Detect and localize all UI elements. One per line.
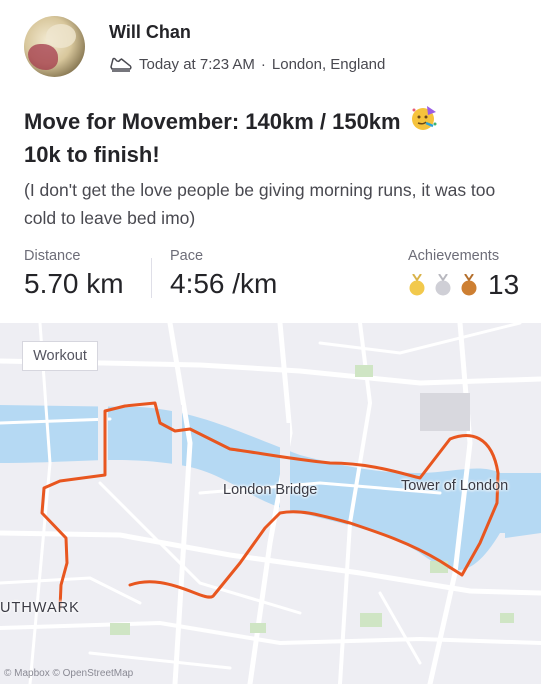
silver-medal-icon xyxy=(435,274,451,296)
distance-value: 5.70 km xyxy=(24,268,124,299)
activity-description: (I don't get the love people be giving m… xyxy=(24,180,496,228)
activity-time: Today at 7:23 AM xyxy=(139,55,255,73)
bronze-medal-icon xyxy=(461,274,477,296)
activity-location: London, England xyxy=(271,55,386,73)
pace-label: Pace xyxy=(170,248,204,264)
stat-pace: Pace 4:56 /km xyxy=(170,248,277,300)
athlete-name[interactable]: Will Chan xyxy=(109,22,191,43)
meta-separator: · xyxy=(260,55,266,73)
party-face-icon xyxy=(411,106,437,130)
activity-meta: Today at 7:23 AM · London, England xyxy=(109,52,385,76)
map-attribution[interactable]: © Mapbox © OpenStreetMap xyxy=(4,668,133,679)
stat-achievements[interactable]: Achievements 13 xyxy=(408,248,519,301)
activity-title[interactable]: Move for Movember: 140km / 150km 10k to … xyxy=(24,104,524,171)
distance-label: Distance xyxy=(24,248,81,264)
activity-header: Will Chan Today at 7:23 AM · London, Eng… xyxy=(24,14,524,78)
title-line-2: 10k to finish! xyxy=(24,142,160,167)
shoe-icon xyxy=(110,57,132,72)
achievements-label: Achievements xyxy=(408,248,500,264)
label-london-bridge: London Bridge xyxy=(223,482,318,498)
map-canvas xyxy=(0,323,541,684)
stat-divider xyxy=(151,258,152,298)
achievements-count: 13 xyxy=(488,269,520,300)
title-line-1: Move for Movember: 140km / 150km xyxy=(24,109,401,134)
gold-medal-icon xyxy=(409,274,425,296)
pace-value: 4:56 /km xyxy=(170,268,278,299)
route-map[interactable]: Workout London Bridge Tower of London UT… xyxy=(0,323,541,684)
workout-button[interactable]: Workout xyxy=(22,341,98,371)
label-tower-of-london: Tower of London xyxy=(401,478,509,494)
label-southwark: UTHWARK xyxy=(0,600,80,616)
stat-distance: Distance 5.70 km xyxy=(24,248,124,300)
avatar[interactable] xyxy=(24,16,85,77)
